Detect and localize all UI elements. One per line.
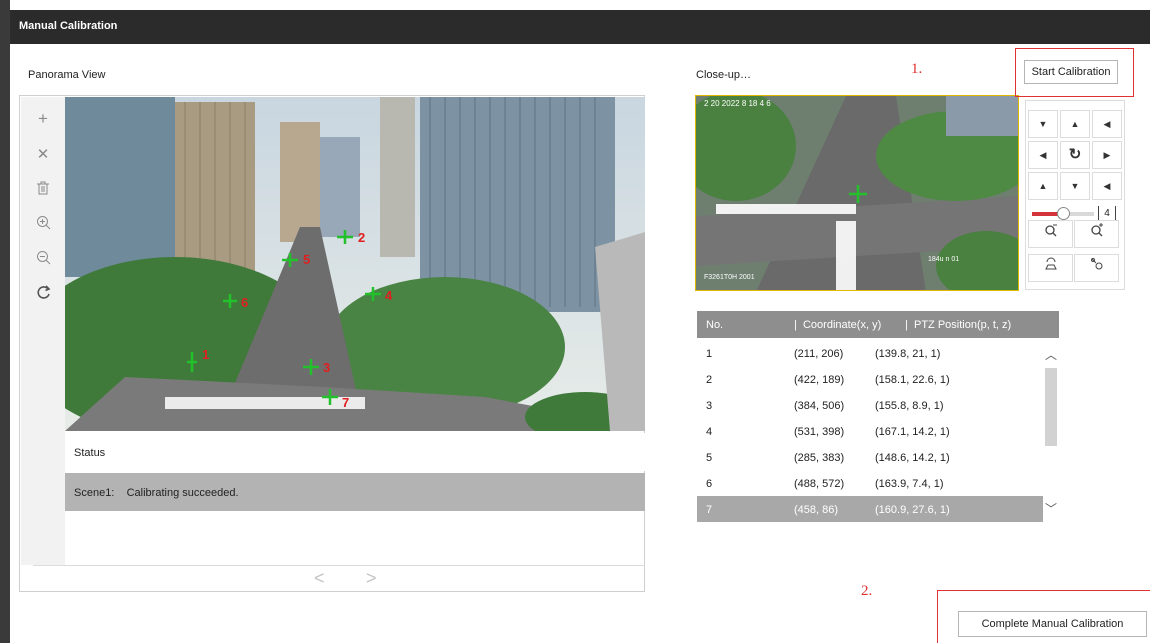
table-row[interactable]: 4 (531, 398) (167.1, 14.2, 1): [697, 418, 1043, 444]
table-row[interactable]: 6 (488, 572) (163.9, 7.4, 1): [697, 470, 1043, 496]
annotation-two: 2.: [861, 583, 873, 599]
next-page-button[interactable]: >: [366, 568, 377, 589]
row-no: 3: [706, 400, 713, 412]
prev-page-button[interactable]: <: [314, 568, 325, 589]
ptz-right-button[interactable]: ▶: [1092, 141, 1122, 169]
column-header-ptz: PTZ Position(p, t, z): [913, 319, 1012, 331]
row-coordinate: (285, 383): [794, 452, 845, 464]
table-header: No. | Coordinate(x, y) | PTZ Position(p,…: [697, 311, 1059, 338]
ptz-left-button[interactable]: ◀: [1028, 141, 1058, 169]
marker-label: 3: [323, 360, 330, 375]
focus-far-icon[interactable]: [1074, 254, 1119, 282]
status-header-label: Status: [74, 447, 106, 459]
pager: < >: [33, 565, 645, 592]
ptz-down-left-button[interactable]: ▲: [1028, 172, 1058, 200]
row-coordinate: (488, 572): [794, 478, 845, 490]
table-row-selected[interactable]: 7 (458, 86) (160.9, 27.6, 1): [697, 496, 1043, 522]
speed-slider-knob[interactable]: [1057, 207, 1070, 220]
marker-label: 6: [241, 295, 248, 310]
status-scene: Scene1:: [74, 487, 115, 499]
table-row[interactable]: 3 (384, 506) (155.8, 8.9, 1): [697, 392, 1043, 418]
row-no: 6: [706, 478, 713, 490]
closeup-osd-left: F3261T0H 2001: [704, 274, 755, 281]
top-strip: [0, 0, 1150, 10]
row-coordinate: (531, 398): [794, 426, 845, 438]
row-no: 2: [706, 374, 713, 386]
row-ptz: (160.9, 27.6, 1): [875, 504, 950, 516]
left-rail: [0, 0, 10, 643]
status-message: Calibrating succeeded.: [126, 487, 239, 499]
closeup-osd-right: 184u n 01: [928, 256, 959, 263]
panorama-image[interactable]: 1 6 5 2 4 3 7: [65, 97, 645, 431]
ptz-down-button[interactable]: ▼: [1060, 172, 1090, 200]
complete-manual-calibration-button[interactable]: Complete Manual Calibration: [958, 611, 1147, 637]
ptz-up-right-button[interactable]: ◀: [1092, 110, 1122, 138]
row-coordinate: (211, 206): [794, 348, 844, 360]
row-coordinate: (458, 86): [794, 504, 839, 516]
status-row: Scene1: Calibrating succeeded.: [65, 473, 645, 511]
closeup-osd-top: 2 20 2022 8 18 4 6: [704, 99, 771, 108]
marker-label: 5: [303, 252, 310, 267]
column-header-coordinate: Coordinate(x, y): [802, 319, 882, 331]
row-ptz: (148.6, 14.2, 1): [875, 452, 950, 464]
refresh-icon[interactable]: [33, 285, 53, 305]
panorama-scene: 1 6 5 2 4 3 7: [65, 97, 645, 431]
marker-label: 4: [385, 288, 393, 303]
panorama-toolbar: + ✕: [21, 97, 65, 565]
delete-icon[interactable]: [33, 180, 53, 200]
table-scrollbar-thumb[interactable]: [1045, 368, 1057, 446]
panorama-label: Panorama View: [28, 69, 106, 81]
ptz-down-right-button[interactable]: ◀: [1092, 172, 1122, 200]
row-ptz: (158.1, 22.6, 1): [875, 374, 950, 386]
zoom-in-lens-icon[interactable]: [1074, 220, 1119, 248]
chevron-down-icon[interactable]: ﹀: [1045, 502, 1057, 516]
title-bar: Manual Calibration: [10, 10, 1150, 44]
row-coordinate: (422, 189): [794, 374, 845, 386]
row-no: 4: [706, 426, 713, 438]
ptz-up-button[interactable]: ▲: [1060, 110, 1090, 138]
marker-label: 7: [342, 395, 349, 410]
panorama-panel: + ✕ 1 6 5 2 4 3 7 Status Scene1: Calibra…: [19, 95, 645, 592]
closeup-view[interactable]: 2 20 2022 8 18 4 6 F3261T0H 2001 184u n …: [695, 95, 1019, 291]
zoom-out-icon[interactable]: [33, 250, 53, 270]
start-calibration-button[interactable]: Start Calibration: [1024, 60, 1118, 84]
annotation-one: 1.: [911, 61, 923, 77]
row-ptz: (155.8, 8.9, 1): [875, 400, 944, 412]
marker-label: 2: [358, 230, 365, 245]
status-header: Status: [65, 433, 645, 471]
row-ptz: (167.1, 14.2, 1): [875, 426, 950, 438]
focus-near-icon[interactable]: [1028, 254, 1073, 282]
table-row[interactable]: 2 (422, 189) (158.1, 22.6, 1): [697, 366, 1043, 392]
row-coordinate: (384, 506): [794, 400, 845, 412]
row-ptz: (139.8, 21, 1): [875, 348, 941, 360]
closeup-label: Close-up…: [696, 69, 752, 81]
marker-label: 1: [202, 347, 209, 362]
zoom-in-icon[interactable]: [33, 215, 53, 235]
column-header-no: No.: [706, 319, 724, 331]
closeup-scene: 2 20 2022 8 18 4 6 F3261T0H 2001 184u n …: [696, 96, 1018, 290]
row-ptz: (163.9, 7.4, 1): [875, 478, 944, 490]
window-title: Manual Calibration: [19, 20, 118, 32]
chevron-up-icon[interactable]: ︿: [1045, 348, 1057, 362]
table-row[interactable]: 1 (211, 206) (139.8, 21, 1): [697, 340, 1043, 366]
close-icon[interactable]: ✕: [33, 145, 53, 165]
ptz-up-left-button[interactable]: ▼: [1028, 110, 1058, 138]
zoom-out-lens-icon[interactable]: [1028, 220, 1073, 248]
row-no: 5: [706, 452, 713, 464]
row-no: 1: [706, 348, 713, 360]
plus-icon[interactable]: +: [33, 109, 53, 129]
table-row[interactable]: 5 (285, 383) (148.6, 14.2, 1): [697, 444, 1043, 470]
row-no: 7: [706, 504, 713, 516]
auto-rotate-icon[interactable]: ↻: [1060, 141, 1090, 169]
